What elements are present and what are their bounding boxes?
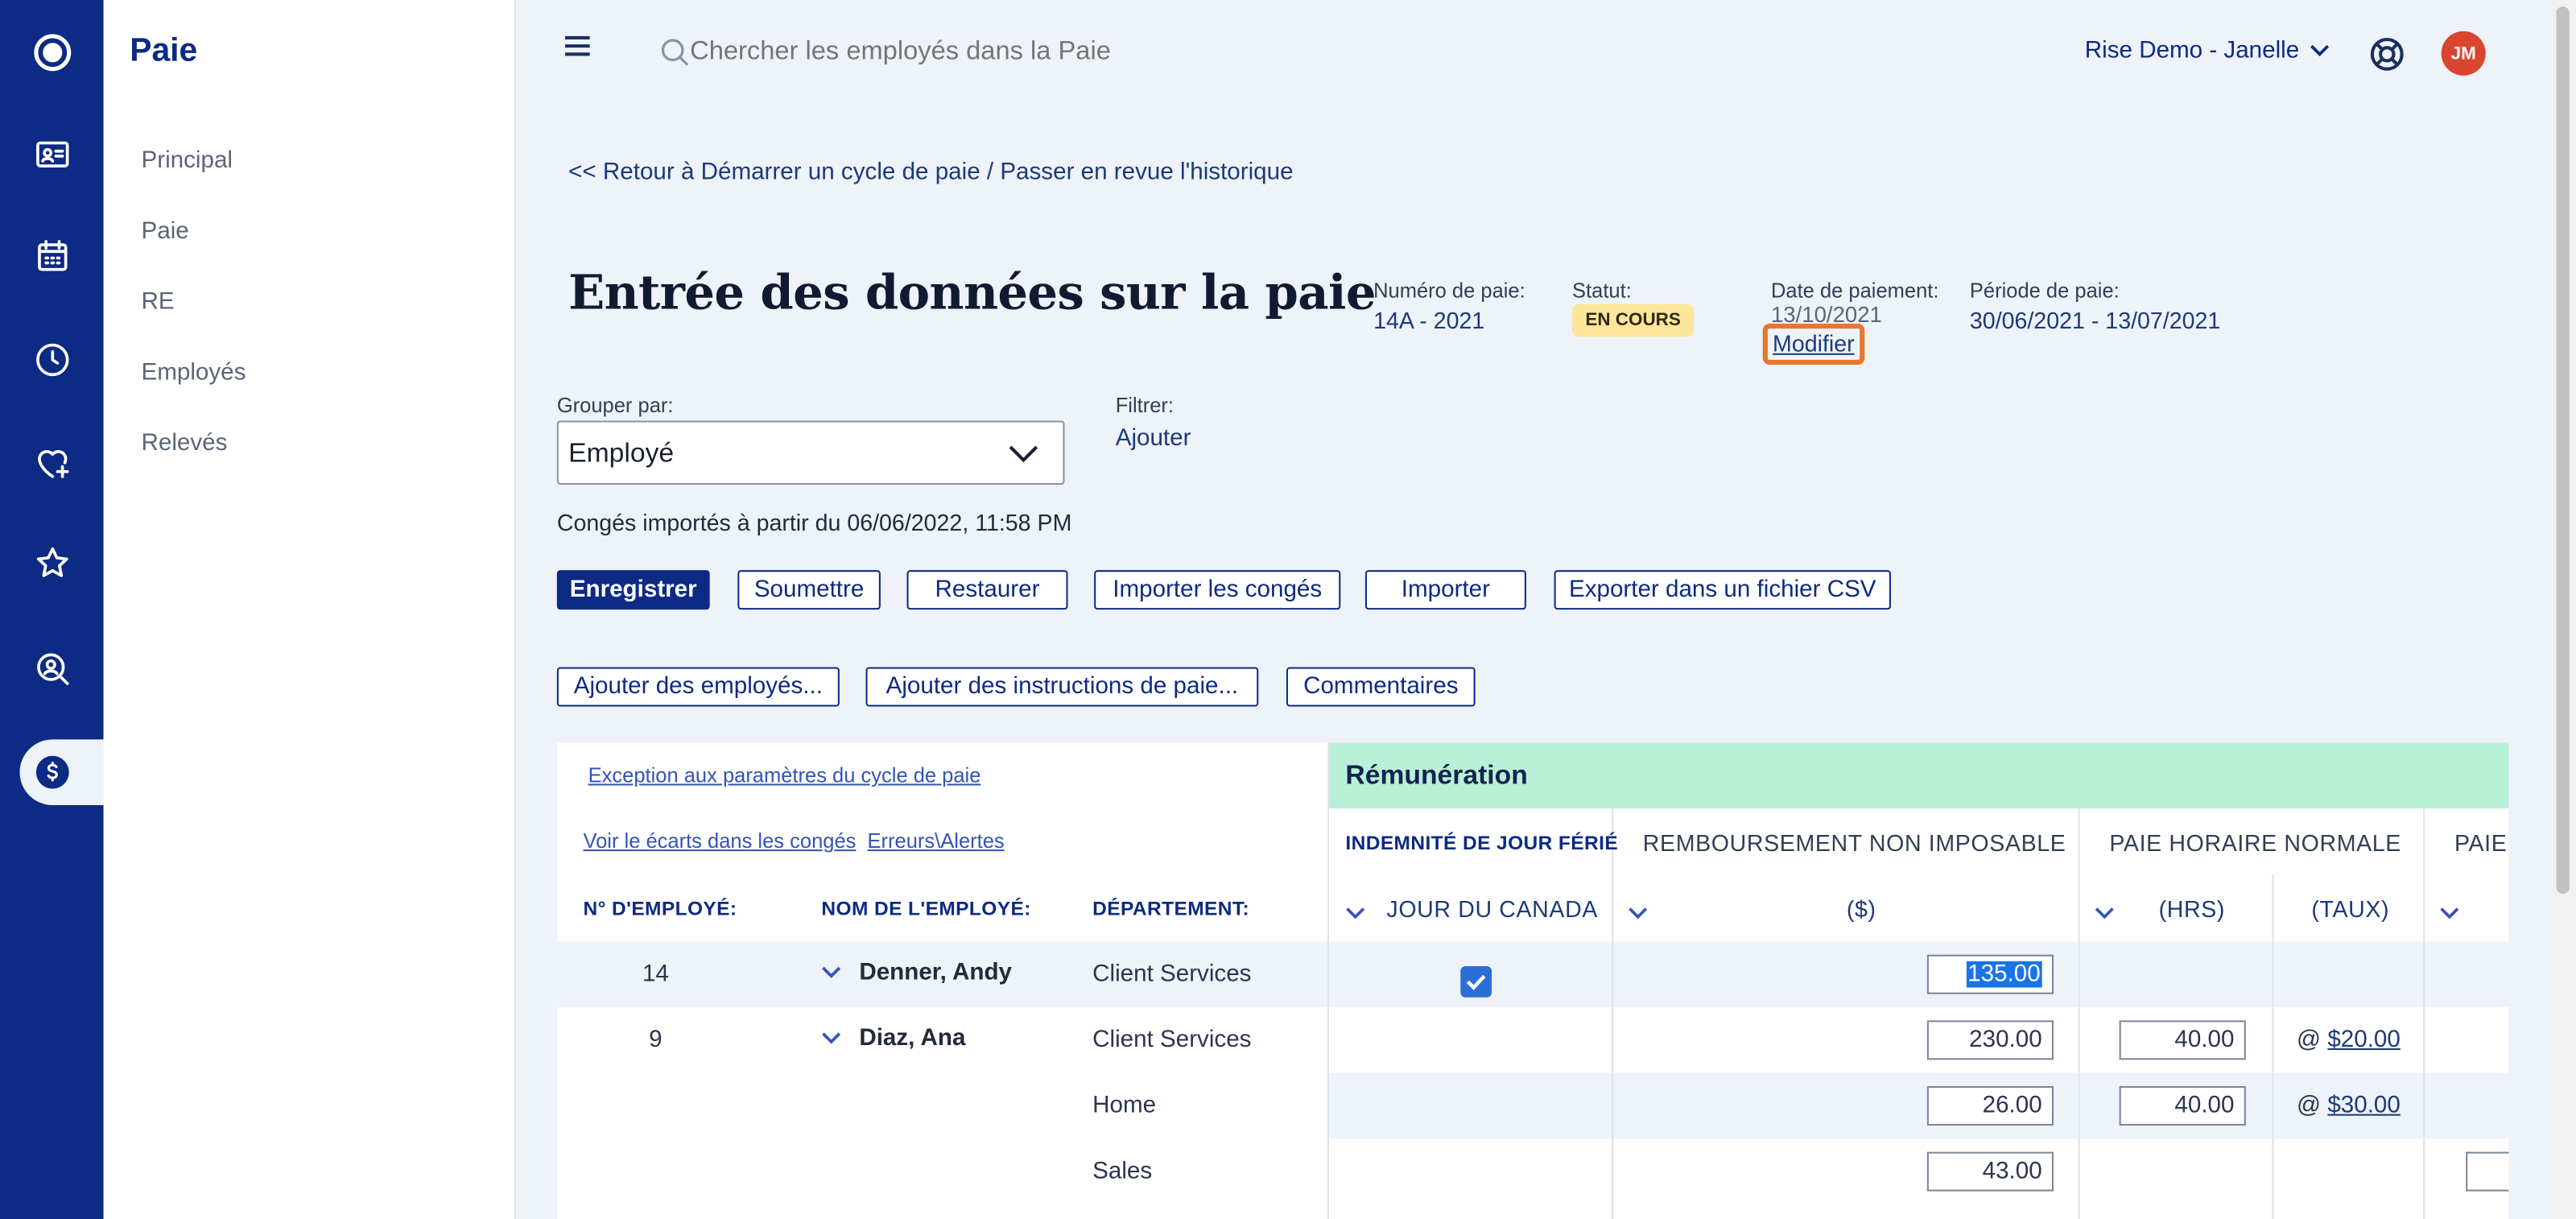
save-button[interactable]: Enregistrer: [556, 570, 710, 610]
reimbursement-input[interactable]: 135.00: [1926, 954, 2054, 994]
cycle-exception-link[interactable]: Exception aux paramètres du cycle de pai…: [588, 764, 981, 787]
scrollbar[interactable]: [2551, 0, 2576, 1219]
check-icon: [1466, 974, 1486, 990]
sidebar-title: Paie: [130, 32, 198, 69]
sidebar-item-employes[interactable]: Employés: [142, 360, 246, 386]
search-icon: [660, 38, 690, 68]
row-emp-name[interactable]: Denner, Andy: [859, 960, 1012, 986]
id-card-icon[interactable]: [27, 128, 79, 180]
col-subheader-hours: (HRS): [2158, 895, 2226, 922]
row-emp-no: 9: [649, 1027, 663, 1054]
import-leave-button[interactable]: Importer les congés: [1094, 570, 1341, 610]
col-subheader-holiday: JOUR DU CANADA: [1386, 895, 1598, 922]
col-header-department[interactable]: DÉPARTEMENT:: [1092, 897, 1249, 920]
chevron-down-icon[interactable]: [819, 960, 843, 978]
row-department: Client Services: [1092, 961, 1252, 988]
reimbursement-input[interactable]: 230.00: [1926, 1020, 2054, 1060]
hamburger-menu-icon[interactable]: [564, 33, 593, 60]
export-csv-button[interactable]: Exporter dans un fichier CSV: [1554, 570, 1891, 610]
col-subheader-rate: (TAUX): [2311, 895, 2390, 922]
page-title: Entrée des données sur la paie: [568, 264, 1376, 320]
help-lifebuoy-icon[interactable]: [2369, 36, 2405, 72]
pay-number-value: 14A - 2021: [1373, 307, 1485, 334]
table-row: [556, 941, 2509, 1008]
filter-label: Filtrer:: [1115, 394, 1174, 418]
sidebar-item-paie[interactable]: Paie: [142, 218, 189, 245]
account-switcher[interactable]: Rise Demo - Janelle: [2085, 38, 2329, 64]
import-note: Congés importés à partir du 06/06/2022, …: [556, 509, 1072, 536]
reimbursement-input[interactable]: 43.00: [1926, 1151, 2054, 1192]
pay-period-value: 30/06/2021 - 13/07/2021: [1969, 307, 2221, 334]
row-department: Sales: [1092, 1158, 1153, 1185]
calendar-icon[interactable]: [27, 230, 79, 283]
holiday-checkbox[interactable]: [1460, 965, 1492, 998]
row-department: Client Services: [1092, 1027, 1252, 1054]
next-column-input[interactable]: [2466, 1151, 2509, 1192]
group-header-remuneration: Rémunération: [1327, 742, 2509, 809]
logo-icon[interactable]: [27, 27, 79, 79]
col-header-next: PAIE: [2454, 829, 2508, 857]
rate-value[interactable]: @ $20.00: [2297, 1027, 2401, 1054]
sidebar-item-releves[interactable]: Relevés: [142, 431, 228, 457]
hours-input[interactable]: 40.00: [2119, 1020, 2246, 1060]
pay-period-label: Période de paie:: [1969, 279, 2120, 303]
heart-plus-icon[interactable]: [27, 437, 79, 490]
sidebar-item-principal[interactable]: Principal: [142, 148, 233, 175]
submit-button[interactable]: Soumettre: [737, 570, 881, 610]
chevron-down-icon[interactable]: [2438, 900, 2462, 919]
col-header-holiday: INDEMNITÉ DE JOUR FÉRIÉ: [1345, 831, 1619, 855]
search-person-icon[interactable]: [27, 643, 79, 695]
col-header-emp-name[interactable]: NOM DE L'EMPLOYÉ:: [821, 897, 1030, 920]
chevron-down-icon[interactable]: [2093, 900, 2116, 919]
chevron-down-icon[interactable]: [1626, 900, 1649, 919]
group-header-label: Rémunération: [1345, 760, 1528, 791]
add-filter-link[interactable]: Ajouter: [1116, 426, 1191, 452]
clock-icon[interactable]: [27, 333, 79, 386]
group-by-value: Employé: [568, 438, 675, 469]
chevron-down-icon: [2310, 44, 2329, 56]
group-by-label: Grouper par:: [556, 394, 674, 418]
dollar-icon[interactable]: [30, 746, 76, 799]
errors-alerts-link[interactable]: Erreurs\Alertes: [868, 830, 1005, 853]
restore-button[interactable]: Restaurer: [906, 570, 1068, 610]
row-department: Home: [1092, 1093, 1157, 1119]
status-label: Statut:: [1572, 279, 1632, 303]
pay-number-label: Numéro de paie:: [1373, 279, 1525, 303]
col-header-hourly: PAIE HORAIRE NORMALE: [2109, 829, 2401, 857]
col-header-emp-no[interactable]: N° D'EMPLOYÉ:: [583, 897, 737, 920]
avatar[interactable]: JM: [2441, 31, 2486, 76]
reimbursement-input[interactable]: 26.00: [1926, 1085, 2054, 1126]
group-by-select[interactable]: Employé: [556, 420, 1065, 486]
col-header-reimbursement: REMBOURSEMENT NON IMPOSABLE: [1642, 829, 2066, 857]
pay-date-label: Date de paiement:: [1770, 279, 1939, 303]
breadcrumb[interactable]: << Retour à Démarrer un cycle de paie / …: [568, 159, 1293, 186]
modify-pay-date-link[interactable]: Modifier: [1762, 324, 1864, 366]
rate-value[interactable]: @ $30.00: [2297, 1093, 2401, 1119]
hours-input[interactable]: 40.00: [2119, 1085, 2246, 1126]
star-badge-icon[interactable]: [27, 537, 79, 589]
status-badge: EN COURS: [1572, 304, 1695, 337]
col-subheader-reimbursement: ($): [1846, 895, 1876, 922]
add-employees-button[interactable]: Ajouter des employés...: [556, 667, 840, 707]
add-pay-instructions-button[interactable]: Ajouter des instructions de paie...: [865, 667, 1259, 707]
comments-button[interactable]: Commentaires: [1286, 667, 1476, 707]
employee-search-input[interactable]: [690, 29, 1282, 76]
app-nav-rail: [0, 0, 104, 1219]
chevron-down-icon[interactable]: [819, 1025, 843, 1044]
row-emp-name[interactable]: Diaz, Ana: [859, 1025, 965, 1052]
sidebar: Paie Principal Paie RE Employés Relevés: [103, 0, 516, 1219]
leave-gaps-link[interactable]: Voir le écarts dans les congés: [583, 830, 856, 853]
import-button[interactable]: Importer: [1364, 570, 1526, 610]
account-name: Rise Demo - Janelle: [2084, 37, 2300, 64]
scrollbar-thumb[interactable]: [2556, 6, 2570, 895]
chevron-down-icon: [1009, 445, 1038, 463]
sidebar-item-re[interactable]: RE: [142, 289, 175, 316]
reimbursement-value: 135.00: [1966, 961, 2042, 988]
chevron-down-icon[interactable]: [1344, 900, 1367, 919]
row-emp-no: 14: [642, 961, 669, 988]
